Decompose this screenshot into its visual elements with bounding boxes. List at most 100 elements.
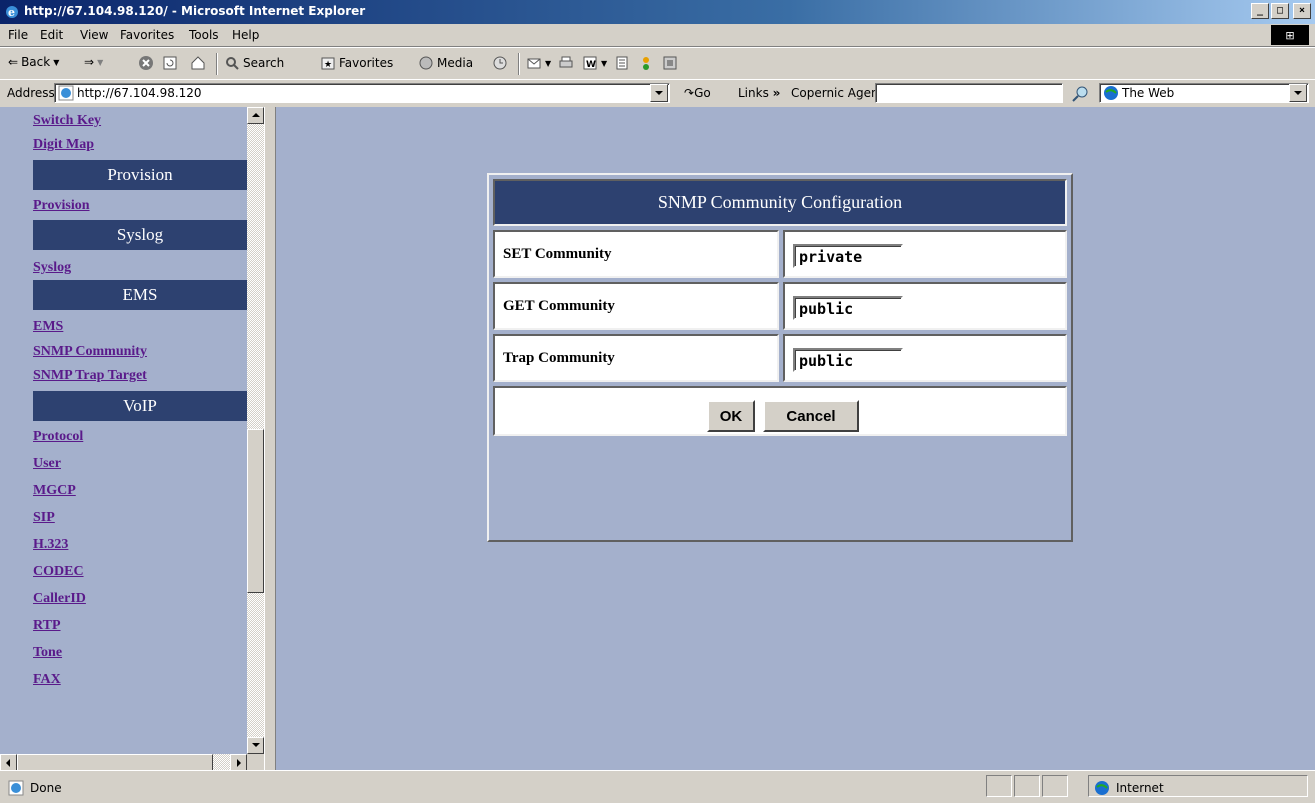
scroll-down-button[interactable]: [247, 737, 264, 754]
set-community-label: SET Community: [493, 230, 779, 278]
print-button[interactable]: [558, 55, 574, 71]
nav-link-provision[interactable]: Provision: [33, 191, 247, 220]
address-label: Address: [7, 86, 55, 100]
search-button[interactable]: Search: [224, 55, 284, 71]
web-dropdown-button[interactable]: [1289, 84, 1307, 102]
refresh-button[interactable]: [162, 55, 178, 71]
web-search-select[interactable]: The Web: [1099, 83, 1309, 103]
toolbar: ⇐ Back ▼ ⇒ ▼ Search ★ Favorites Media ▼ W ▼: [0, 47, 1315, 80]
chevron-down-icon: ▼: [545, 58, 552, 68]
status-pane: [1014, 775, 1040, 797]
cancel-button[interactable]: Cancel: [763, 400, 859, 432]
ie-icon: e: [6, 6, 18, 19]
trap-community-cell: public: [783, 334, 1067, 382]
frame-divider[interactable]: [264, 107, 276, 770]
edit-button[interactable]: W ▼: [582, 55, 607, 71]
nav-menu: Switch Key Digit Map Provision Provision…: [33, 107, 247, 692]
chevron-down-icon: ▼: [601, 58, 608, 68]
nav-link-codec[interactable]: CODEC: [33, 557, 247, 584]
search-magnifier-icon[interactable]: [1071, 85, 1089, 103]
status-pane: [986, 775, 1012, 797]
home-button[interactable]: [190, 55, 206, 71]
content-frame: SNMP Community Configuration SET Communi…: [276, 107, 1315, 770]
menu-help[interactable]: Help: [232, 28, 259, 42]
menu-bar: File Edit View Favorites Tools Help ⊞: [0, 24, 1315, 47]
nav-vertical-scrollbar[interactable]: [247, 107, 264, 754]
copernic-label: Copernic Agent: [791, 86, 884, 100]
discuss-button[interactable]: [614, 55, 630, 71]
set-community-input[interactable]: private: [793, 244, 903, 268]
address-input[interactable]: http://67.104.98.120: [54, 83, 670, 103]
minimize-button[interactable]: _: [1251, 3, 1269, 19]
word-icon: W: [583, 56, 597, 70]
chevron-right-icon: »: [772, 86, 781, 100]
trap-community-input[interactable]: public: [793, 348, 903, 372]
close-button[interactable]: ×: [1293, 3, 1311, 19]
search-icon: [226, 57, 239, 70]
nav-link-sip[interactable]: SIP: [33, 503, 247, 530]
nav-link-h323[interactable]: H.323: [33, 530, 247, 557]
scroll-thumb[interactable]: [247, 429, 264, 593]
stop-icon: [139, 56, 153, 70]
menu-file[interactable]: File: [8, 28, 28, 42]
scroll-left-button[interactable]: [0, 754, 17, 770]
stop-button[interactable]: [138, 55, 154, 71]
copernic-search-input[interactable]: [875, 83, 1063, 103]
nav-link-callerid[interactable]: CallerID: [33, 584, 247, 611]
nav-link-ems[interactable]: EMS: [33, 311, 247, 338]
set-community-cell: private: [783, 230, 1067, 278]
chevron-down-icon: ▼: [53, 57, 60, 67]
status-bar: Done Internet: [0, 770, 1315, 803]
nav-frame: Switch Key Digit Map Provision Provision…: [0, 107, 276, 770]
back-button[interactable]: ⇐ Back ▼: [8, 55, 59, 69]
mail-icon: [527, 58, 541, 69]
maximize-button[interactable]: □: [1271, 3, 1289, 19]
history-icon: [493, 56, 507, 70]
scroll-right-button[interactable]: [230, 754, 247, 770]
trap-community-label: Trap Community: [493, 334, 779, 382]
title-bar: e http://67.104.98.120/ - Microsoft Inte…: [0, 0, 1315, 24]
nav-link-protocol[interactable]: Protocol: [33, 422, 247, 449]
nav-link-syslog[interactable]: Syslog: [33, 251, 247, 280]
svg-text:W: W: [586, 60, 596, 70]
nav-link-fax[interactable]: FAX: [33, 665, 247, 692]
links-button[interactable]: Links »: [738, 86, 780, 100]
go-button[interactable]: ↷Go: [684, 86, 711, 100]
nav-link-user[interactable]: User: [33, 449, 247, 476]
favorites-button[interactable]: ★ Favorites: [320, 55, 393, 71]
windows-logo-icon: ⊞: [1271, 25, 1309, 45]
address-dropdown-button[interactable]: [650, 84, 668, 102]
nav-link-mgcp[interactable]: MGCP: [33, 476, 247, 503]
nav-link-digit-map[interactable]: Digit Map: [33, 134, 247, 160]
research-icon: [663, 56, 677, 70]
menu-tools[interactable]: Tools: [189, 28, 219, 42]
nav-horizontal-scrollbar[interactable]: [0, 754, 247, 770]
nav-link-tone[interactable]: Tone: [33, 638, 247, 665]
messenger-button[interactable]: [638, 55, 654, 71]
menu-edit[interactable]: Edit: [40, 28, 63, 42]
media-button[interactable]: Media: [418, 55, 473, 71]
get-community-cell: public: [783, 282, 1067, 330]
status-pane: [1042, 775, 1068, 797]
get-community-input[interactable]: public: [793, 296, 903, 320]
window-title: http://67.104.98.120/ - Microsoft Intern…: [24, 4, 366, 18]
nav-header-voip: VoIP: [33, 391, 247, 421]
nav-link-rtp[interactable]: RTP: [33, 611, 247, 638]
research-button[interactable]: [662, 55, 678, 71]
scroll-up-button[interactable]: [247, 107, 264, 124]
mail-button[interactable]: ▼: [526, 55, 551, 71]
ok-button[interactable]: OK: [707, 400, 755, 432]
globe-icon: [1095, 781, 1109, 795]
favorites-icon: ★: [321, 57, 335, 70]
nav-link-switch-key[interactable]: Switch Key: [33, 107, 247, 134]
forward-button[interactable]: ⇒ ▼: [84, 55, 103, 69]
menu-view[interactable]: View: [80, 28, 108, 42]
ie-page-icon: [8, 780, 24, 796]
nav-link-snmp-community[interactable]: SNMP Community: [33, 338, 247, 365]
back-arrow-icon: ⇐: [8, 55, 19, 69]
nav-link-snmp-trap-target[interactable]: SNMP Trap Target: [33, 365, 247, 391]
history-button[interactable]: [492, 55, 508, 71]
hscroll-thumb[interactable]: [17, 754, 213, 770]
menu-favorites[interactable]: Favorites: [120, 28, 174, 42]
nav-header-syslog: Syslog: [33, 220, 247, 250]
